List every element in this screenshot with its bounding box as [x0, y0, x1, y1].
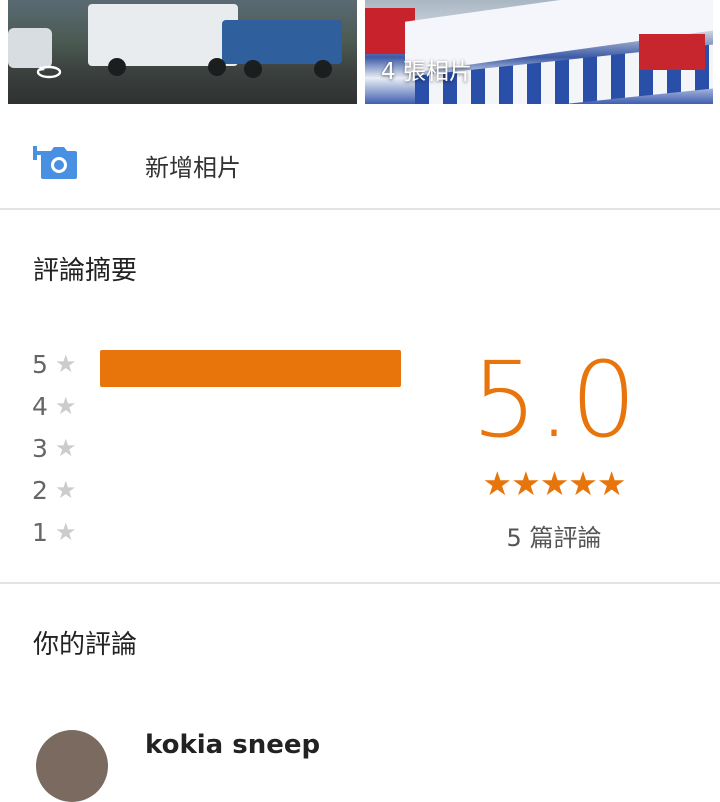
- photo-strip: 4 張相片: [0, 0, 720, 120]
- blue-truck-shape: [222, 20, 342, 64]
- truck-shape: [88, 4, 238, 66]
- star-icon: ★: [55, 392, 77, 420]
- average-stars-icon: ★★★★★: [482, 464, 627, 503]
- star-icon: ★: [55, 518, 77, 546]
- rating-number: 1: [32, 518, 48, 547]
- add-photo-row[interactable]: 新增相片: [0, 120, 720, 208]
- wheel: [314, 60, 332, 78]
- rating-bar: [100, 350, 401, 387]
- rating-number: 2: [32, 476, 48, 505]
- add-photo-label: 新增相片: [145, 154, 241, 182]
- avatar[interactable]: [36, 730, 108, 802]
- shop-small-sign: [639, 34, 705, 70]
- photos-gallery-tile[interactable]: 4 張相片: [365, 0, 713, 104]
- star-icon: ★: [55, 476, 77, 504]
- rating-number: 4: [32, 392, 48, 421]
- wheel: [244, 60, 262, 78]
- reviewer-name: kokia sneep: [145, 730, 321, 760]
- review-summary-title: 評論摘要: [33, 256, 138, 286]
- wheel: [108, 58, 126, 76]
- wheel: [208, 58, 226, 76]
- photo-count-label: 4 張相片: [381, 59, 472, 85]
- your-review-section: 你的評論 kokia sneep: [0, 584, 720, 802]
- your-review-title: 你的評論: [33, 630, 138, 660]
- add-photo-icon: [33, 146, 77, 179]
- rating-number: 5: [32, 350, 48, 379]
- rating-number: 3: [32, 434, 48, 463]
- star-icon: ★: [55, 350, 77, 378]
- review-summary-section: 評論摘要 5 ★ 4 ★ 3 ★ 2 ★ 1 ★ 5.0 ★★★★★ 5 篇評論: [0, 210, 720, 582]
- street-view-360-icon: [36, 65, 62, 79]
- star-icon: ★: [55, 434, 77, 462]
- street-view-photo[interactable]: [8, 0, 357, 104]
- review-count-link[interactable]: 5 篇評論: [470, 518, 638, 553]
- average-rating: 5.0: [471, 339, 637, 461]
